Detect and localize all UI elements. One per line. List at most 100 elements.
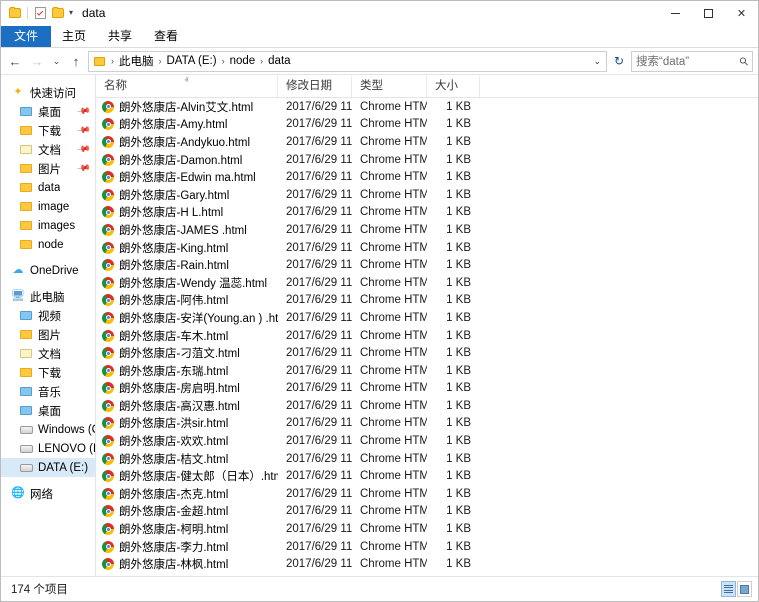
file-name-cell[interactable]: 朗外悠康店-Rain.html	[96, 257, 278, 273]
pin-icon[interactable]: 📌	[76, 123, 91, 138]
table-row[interactable]: 朗外悠康店-车木.html 2017/6/29 11:20 Chrome HTML …	[96, 327, 758, 345]
file-name-cell[interactable]: 朗外悠康店-Damon.html	[96, 152, 278, 168]
sidebar-item-documents-pc[interactable]: 文档	[1, 344, 95, 363]
column-header-size[interactable]: 大小	[427, 75, 480, 97]
table-row[interactable]: 朗外悠康店-刁菹文.html 2017/6/29 11:20 Chrome HTML…	[96, 344, 758, 362]
sidebar-group-network[interactable]: 🌐 网络	[1, 484, 95, 503]
sidebar-item-pictures[interactable]: 图片 📌	[1, 159, 95, 178]
sidebar-item-data[interactable]: data	[1, 178, 95, 197]
breadcrumb-item-node[interactable]: node	[228, 55, 258, 67]
back-button[interactable]: ←	[5, 50, 25, 72]
table-row[interactable]: 朗外悠康店-Gary.html 2017/6/29 11:20 Chrome HTM…	[96, 186, 758, 204]
properties-icon[interactable]	[34, 7, 47, 20]
table-row[interactable]: 朗外悠康店-李力.html 2017/6/29 11:20 Chrome HTML …	[96, 538, 758, 556]
sidebar-item-pictures-pc[interactable]: 图片	[1, 325, 95, 344]
up-button[interactable]: ↑	[66, 50, 86, 72]
table-row[interactable]: 朗外悠康店-Edwin ma.html 2017/6/29 11:20 Chrome…	[96, 168, 758, 186]
table-row[interactable]: 朗外悠康店-杰克.html 2017/6/29 11:20 Chrome HTML …	[96, 485, 758, 503]
file-name-cell[interactable]: 朗外悠康店-H L.html	[96, 204, 278, 220]
table-row[interactable]: 朗外悠康店-房启明.html 2017/6/29 11:20 Chrome HTML…	[96, 380, 758, 398]
sidebar-group-onedrive[interactable]: ☁ OneDrive	[1, 261, 95, 280]
pin-icon[interactable]: 📌	[76, 161, 91, 176]
file-name-cell[interactable]: 朗外悠康店-洪sir.html	[96, 415, 278, 431]
sidebar-item-lenovo-d[interactable]: LENOVO (D:)	[1, 439, 95, 458]
file-name-cell[interactable]: 朗外悠康店-桔文.html	[96, 451, 278, 467]
file-name-cell[interactable]: 朗外悠康店-Gary.html	[96, 187, 278, 203]
sidebar-item-image[interactable]: image	[1, 197, 95, 216]
table-row[interactable]: 朗外悠康店-Wendy 温蕊.html 2017/6/29 11:20 Chrome…	[96, 274, 758, 292]
column-header-date-modified[interactable]: 修改日期	[278, 75, 352, 97]
file-name-cell[interactable]: 朗外悠康店-李力.html	[96, 539, 278, 555]
close-button[interactable]: ✕	[725, 1, 758, 25]
table-row[interactable]: 朗外悠康店-高汉惠.html 2017/6/29 11:20 Chrome HTML…	[96, 397, 758, 415]
table-row[interactable]: 朗外悠康店-Alvin艾文.html 2017/6/29 11:20 Chrome …	[96, 98, 758, 116]
sidebar-item-images[interactable]: images	[1, 216, 95, 235]
file-name-cell[interactable]: 朗外悠康店-Amy.html	[96, 116, 278, 132]
table-row[interactable]: 朗外悠康店-Rain.html 2017/6/29 11:20 Chrome HTM…	[96, 256, 758, 274]
breadcrumb-item-data[interactable]: data	[266, 55, 292, 67]
details-view-button[interactable]	[721, 581, 736, 597]
pin-icon[interactable]: 📌	[76, 142, 91, 157]
file-name-cell[interactable]: 朗外悠康店-安洋(Young.an ) .html	[96, 310, 278, 326]
breadcrumb[interactable]: › 此电脑 › DATA (E:) › node › data ⌄	[88, 50, 607, 72]
chevron-down-icon[interactable]: ⌄	[593, 56, 601, 67]
minimize-button[interactable]	[659, 1, 692, 25]
sidebar-group-this-pc[interactable]: 🖥 此电脑	[1, 287, 95, 306]
table-row[interactable]: 朗外悠康店-JAMES .html 2017/6/29 11:20 Chrome H…	[96, 221, 758, 239]
file-name-cell[interactable]: 朗外悠康店-Alvin艾文.html	[96, 99, 278, 115]
sidebar-item-desktop[interactable]: 桌面 📌	[1, 102, 95, 121]
tab-file[interactable]: 文件	[1, 26, 52, 47]
search-input[interactable]: 搜索“data” ⚲	[631, 50, 753, 72]
table-row[interactable]: 朗外悠康店-林枫.html 2017/6/29 11:20 Chrome HTML …	[96, 555, 758, 573]
table-row[interactable]: 朗外悠康店-阿伟.html 2017/6/29 11:20 Chrome HTML …	[96, 292, 758, 310]
column-header-name[interactable]: 名称 ⱏ	[96, 75, 278, 97]
file-name-cell[interactable]: 朗外悠康店-欢欢.html	[96, 433, 278, 449]
sidebar-item-music[interactable]: 音乐	[1, 382, 95, 401]
file-name-cell[interactable]: 朗外悠康店-林枫.html	[96, 556, 278, 572]
large-icons-view-button[interactable]	[737, 581, 752, 597]
table-row[interactable]: 朗外悠康店-柯明.html 2017/6/29 11:20 Chrome HTML …	[96, 520, 758, 538]
pin-icon[interactable]: 📌	[76, 104, 91, 119]
table-row[interactable]: 朗外悠康店-安洋(Young.an ) .html 2017/6/29 11:20…	[96, 309, 758, 327]
table-row[interactable]: 朗外悠康店-桔文.html 2017/6/29 11:20 Chrome HTML …	[96, 450, 758, 468]
file-name-cell[interactable]: 朗外悠康店-Edwin ma.html	[96, 169, 278, 185]
file-name-cell[interactable]: 朗外悠康店-阿伟.html	[96, 292, 278, 308]
table-row[interactable]: 朗外悠康店-洪sir.html 2017/6/29 11:20 Chrome HTM…	[96, 415, 758, 433]
file-name-cell[interactable]: 朗外悠康店-King.html	[96, 240, 278, 256]
table-row[interactable]: 朗外悠康店-欢欢.html 2017/6/29 11:20 Chrome HTML …	[96, 432, 758, 450]
recent-locations-button[interactable]: ⌄	[49, 50, 64, 72]
file-name-cell[interactable]: 朗外悠康店-JAMES .html	[96, 222, 278, 238]
table-row[interactable]: 朗外悠康店-Damon.html 2017/6/29 11:20 Chrome HT…	[96, 151, 758, 169]
breadcrumb-item-data-e[interactable]: DATA (E:)	[165, 55, 219, 67]
tab-home[interactable]: 主页	[51, 26, 97, 47]
file-name-cell[interactable]: 朗外悠康店-房启明.html	[96, 380, 278, 396]
sidebar-item-downloads-pc[interactable]: 下载	[1, 363, 95, 382]
sidebar-item-videos[interactable]: 视频	[1, 306, 95, 325]
table-row[interactable]: 朗外悠康店-H L.html 2017/6/29 11:20 Chrome HTML…	[96, 204, 758, 222]
file-name-cell[interactable]: 朗外悠康店-东瑞.html	[96, 363, 278, 379]
maximize-button[interactable]	[692, 1, 725, 25]
new-folder-icon[interactable]	[51, 7, 64, 20]
sidebar-item-data-e[interactable]: DATA (E:)	[1, 458, 95, 477]
file-name-cell[interactable]: 朗外悠康店-Wendy 温蕊.html	[96, 275, 278, 291]
file-name-cell[interactable]: 朗外悠康店-健太郎（日本）.html	[96, 468, 278, 484]
sidebar-group-quick-access[interactable]: ✦ 快速访问	[1, 83, 95, 102]
table-row[interactable]: 朗外悠康店-健太郎（日本）.html 2017/6/29 11:20 Chrome …	[96, 467, 758, 485]
sidebar-item-downloads[interactable]: 下载 📌	[1, 121, 95, 140]
file-name-cell[interactable]: 朗外悠康店-金超.html	[96, 503, 278, 519]
forward-button[interactable]: →	[27, 50, 47, 72]
column-header-type[interactable]: 类型	[352, 75, 427, 97]
file-name-cell[interactable]: 朗外悠康店-车木.html	[96, 328, 278, 344]
file-name-cell[interactable]: 朗外悠康店-杰克.html	[96, 486, 278, 502]
file-name-cell[interactable]: 朗外悠康店-Andykuo.html	[96, 134, 278, 150]
table-row[interactable]: 朗外悠康店-King.html 2017/6/29 11:20 Chrome HTM…	[96, 239, 758, 257]
sidebar-item-node[interactable]: node	[1, 235, 95, 254]
refresh-button[interactable]: ↻	[609, 50, 629, 72]
tab-view[interactable]: 查看	[143, 26, 189, 47]
sidebar-item-desktop-pc[interactable]: 桌面	[1, 401, 95, 420]
table-row[interactable]: 朗外悠康店-Andykuo.html 2017/6/29 11:20 Chrome …	[96, 133, 758, 151]
tab-share[interactable]: 共享	[97, 26, 143, 47]
file-name-cell[interactable]: 朗外悠康店-柯明.html	[96, 521, 278, 537]
file-name-cell[interactable]: 朗外悠康店-刁菹文.html	[96, 345, 278, 361]
table-row[interactable]: 朗外悠康店-Amy.html 2017/6/29 11:20 Chrome HTML…	[96, 116, 758, 134]
